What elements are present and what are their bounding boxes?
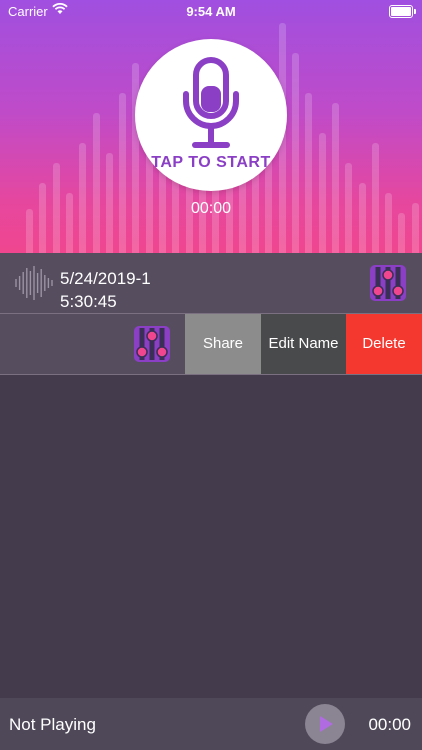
player-time: 00:00 xyxy=(368,715,411,734)
recording-duration: 5:30:45 xyxy=(60,292,117,311)
record-button[interactable]: TAP TO START xyxy=(135,39,287,191)
list-item[interactable]: 5/24/2019-1 5:30:45 xyxy=(0,253,422,314)
status-bar: Carrier 9:54 AM xyxy=(0,0,422,22)
background-bar xyxy=(331,103,339,253)
background-bar xyxy=(305,93,313,253)
play-icon[interactable] xyxy=(305,704,345,744)
record-timer: 00:00 xyxy=(190,200,232,217)
list-item-swiped[interactable]: Share Edit Name Delete xyxy=(0,314,422,375)
background-bar xyxy=(39,183,47,253)
background-bar xyxy=(79,143,87,253)
background-bar xyxy=(358,183,366,253)
edit-name-button[interactable]: Edit Name xyxy=(261,314,346,374)
recorder-header: Carrier 9:54 AM TAP TO START 00:00 xyxy=(0,0,422,253)
background-bar xyxy=(292,53,299,253)
background-bar xyxy=(398,213,406,253)
background-bar xyxy=(318,133,326,253)
background-bar xyxy=(371,143,379,253)
waveform-icon xyxy=(14,265,54,306)
player-status: Not Playing xyxy=(9,715,96,734)
player-bar: Not Playing 00:00 xyxy=(0,698,422,750)
status-time: 9:54 AM xyxy=(186,4,236,19)
delete-button[interactable]: Delete xyxy=(346,314,422,374)
equalizer-icon[interactable] xyxy=(134,326,170,362)
record-button-label: TAP TO START xyxy=(151,154,271,171)
equalizer-icon[interactable] xyxy=(370,265,406,301)
recording-name: 5/24/2019-1 xyxy=(60,269,151,288)
battery-icon xyxy=(389,5,416,18)
share-button[interactable]: Share xyxy=(185,314,261,374)
background-bar xyxy=(119,93,127,253)
background-bar xyxy=(92,113,100,253)
